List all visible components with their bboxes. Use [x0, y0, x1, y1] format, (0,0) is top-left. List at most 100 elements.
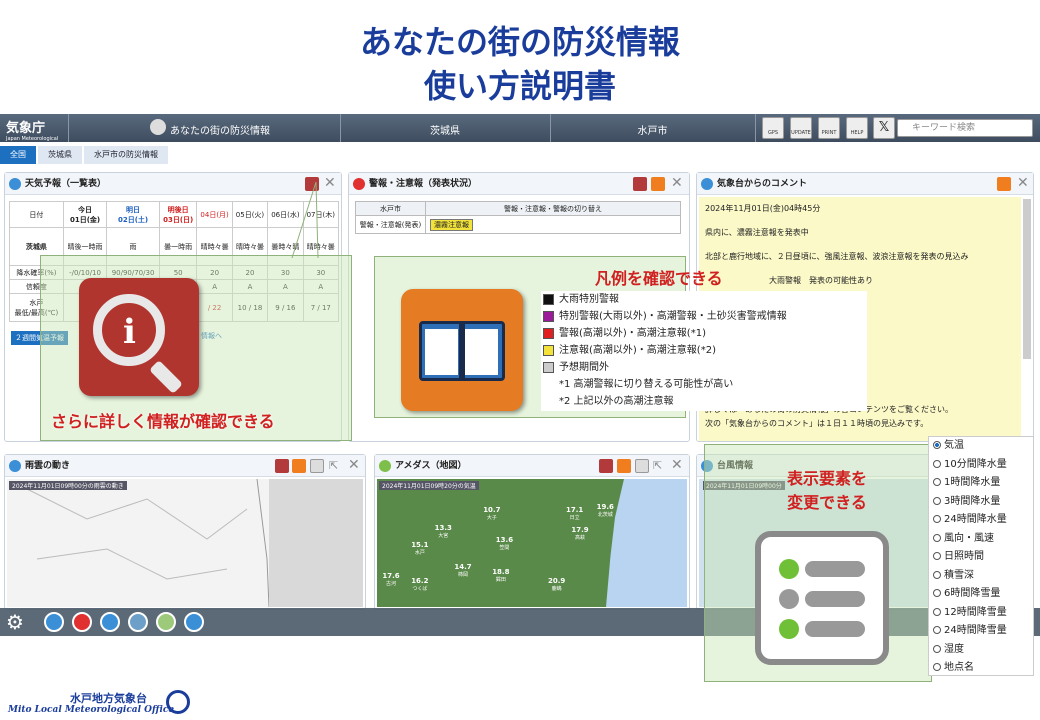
divider: [68, 114, 69, 142]
amedas-station[interactable]: 10.7 大子: [483, 506, 500, 522]
coastline-lines: [26, 478, 363, 608]
amedas-map[interactable]: 2024年11月01日09時20分の気温 10.7 大子 17.1 日立 19.6 北茨城…: [377, 479, 687, 607]
station-value: 13.3: [434, 524, 452, 532]
jma-logo[interactable]: 気象庁 Japan Meteorological Agency: [6, 117, 66, 148]
amedas-icon: [379, 460, 391, 472]
list-settings-icon: [755, 531, 889, 665]
station-name: 古河: [386, 581, 397, 587]
station-name: 高萩: [575, 534, 586, 541]
element-option[interactable]: 3時間降水量: [929, 493, 1033, 512]
legend-book-icon[interactable]: [292, 459, 306, 473]
station-name: 笠間: [499, 545, 510, 551]
element-option[interactable]: 1時間降水量: [929, 474, 1033, 493]
element-option[interactable]: 湿度: [929, 641, 1033, 660]
radio-button[interactable]: [933, 644, 941, 653]
element-option[interactable]: 10分間降水量: [929, 456, 1033, 475]
radio-button[interactable]: [933, 459, 941, 468]
settings-gear-icon[interactable]: ⚙: [6, 611, 24, 633]
amedas-station[interactable]: 20.9 鹿嶋: [548, 577, 565, 593]
station-name: 水戸: [414, 549, 425, 556]
amedas-station[interactable]: 13.3 大宮: [435, 524, 452, 540]
warning-panel-icon[interactable]: [72, 612, 92, 632]
radio-button[interactable]: [933, 589, 941, 597]
weather-panel-icon[interactable]: [44, 612, 64, 632]
radio-button[interactable]: [933, 533, 941, 542]
typhoon-panel-icon[interactable]: [184, 612, 204, 632]
breadcrumb-item[interactable]: 全国: [0, 146, 36, 164]
search-input[interactable]: キーワード検索: [897, 119, 1033, 137]
rain-panel-icon[interactable]: [128, 612, 148, 632]
amedas-station[interactable]: 19.6 北茨城: [597, 503, 614, 519]
element-option[interactable]: 24時間降水量: [929, 511, 1033, 530]
elements-callout-text: 表示要素を 変更できる: [786, 469, 867, 512]
close-icon[interactable]: ✕: [671, 457, 683, 473]
radio-button[interactable]: [933, 496, 941, 505]
close-icon[interactable]: ✕: [348, 457, 360, 473]
element-option[interactable]: 24時間降雪量: [929, 622, 1033, 641]
sea-area: [606, 479, 687, 607]
element-option[interactable]: 地点名: [929, 659, 1033, 678]
update-button[interactable]: UPDATE: [790, 117, 812, 139]
station-value: 17.6: [382, 572, 400, 580]
radio-button[interactable]: [933, 570, 941, 579]
station-value: 18.8: [492, 567, 510, 576]
info-icon[interactable]: [633, 177, 647, 191]
amedas-station[interactable]: 18.8 鉾田: [492, 568, 509, 584]
rain-map[interactable]: 2024年11月01日09時00分の雨雲の動き: [7, 478, 363, 608]
station-name: つくば: [412, 585, 428, 592]
amedas-panel-icon[interactable]: [156, 612, 176, 632]
element-option[interactable]: 6時間降雪量: [929, 585, 1033, 604]
amedas-station[interactable]: 15.1 水戸: [411, 541, 428, 557]
close-icon[interactable]: ✕: [324, 175, 336, 191]
radio-button[interactable]: [933, 607, 941, 616]
list-icon[interactable]: [635, 459, 649, 473]
help-button[interactable]: HELP: [846, 117, 868, 139]
info-icon[interactable]: [599, 459, 613, 473]
legend-book-icon[interactable]: [651, 177, 665, 191]
breadcrumb-item[interactable]: 茨城県: [38, 146, 82, 164]
print-button[interactable]: PRINT: [818, 117, 840, 139]
radio-button[interactable]: [933, 515, 941, 523]
radio-button[interactable]: [933, 626, 941, 634]
info-icon[interactable]: [275, 459, 289, 473]
breadcrumb-item: 水戸市の防災情報: [84, 146, 168, 164]
amedas-station[interactable]: 17.9 高萩: [571, 526, 588, 542]
list-icon[interactable]: [310, 459, 324, 473]
element-option[interactable]: 積雪深: [929, 567, 1033, 586]
amedas-station[interactable]: 17.6 古河: [382, 572, 399, 588]
element-option[interactable]: 風向・風速: [929, 530, 1033, 549]
element-option[interactable]: 12時間降雪量: [929, 604, 1033, 623]
nav-bousai[interactable]: あなたの街の防災情報: [170, 122, 270, 137]
legend-book-icon[interactable]: [997, 177, 1011, 191]
element-option[interactable]: 日照時間: [929, 548, 1033, 567]
close-icon[interactable]: ✕: [1017, 175, 1029, 191]
rain-icon: [9, 460, 21, 472]
page-title: あなたの街の防災情報 使い方説明書: [359, 23, 680, 105]
external-link-icon[interactable]: ⇱: [329, 459, 343, 473]
radio-button[interactable]: [933, 478, 941, 486]
x-icon[interactable]: 𝕏: [873, 117, 895, 139]
close-icon[interactable]: ✕: [671, 175, 683, 191]
gps-button[interactable]: GPS: [762, 117, 784, 139]
radio-button[interactable]: [933, 441, 941, 449]
amedas-station[interactable]: 14.7 柿岡: [454, 563, 471, 579]
nav-city[interactable]: 水戸市: [550, 122, 755, 137]
element-option[interactable]: 気温: [929, 437, 1033, 456]
office-name-en: Mito Local Meteorological Office: [8, 705, 175, 715]
nav-prefecture[interactable]: 茨城県: [340, 122, 550, 137]
amedas-station[interactable]: 13.6 笠間: [496, 536, 513, 552]
legend-note: *1 高潮警報に切り替える可能性が高い: [559, 379, 734, 390]
radio-button[interactable]: [933, 552, 941, 560]
home-icon: [150, 119, 166, 135]
time-stamp: 2024年11月01日09時20分の気温: [379, 481, 479, 490]
legend-book-icon[interactable]: [617, 459, 631, 473]
amedas-station[interactable]: 16.2 つくば: [411, 577, 428, 593]
warning-badge[interactable]: 濃霧注意報: [430, 218, 473, 231]
station-name: 鹿嶋: [551, 585, 562, 592]
external-link-icon[interactable]: ⇱: [653, 459, 667, 473]
scrollbar[interactable]: [1023, 199, 1031, 359]
legend-item: 特別警報(大雨以外)・高潮警報・土砂災害警戒情報: [541, 308, 867, 325]
radio-button[interactable]: [933, 663, 941, 671]
comment-panel-icon[interactable]: [100, 612, 120, 632]
amedas-station[interactable]: 17.1 日立: [566, 506, 583, 522]
